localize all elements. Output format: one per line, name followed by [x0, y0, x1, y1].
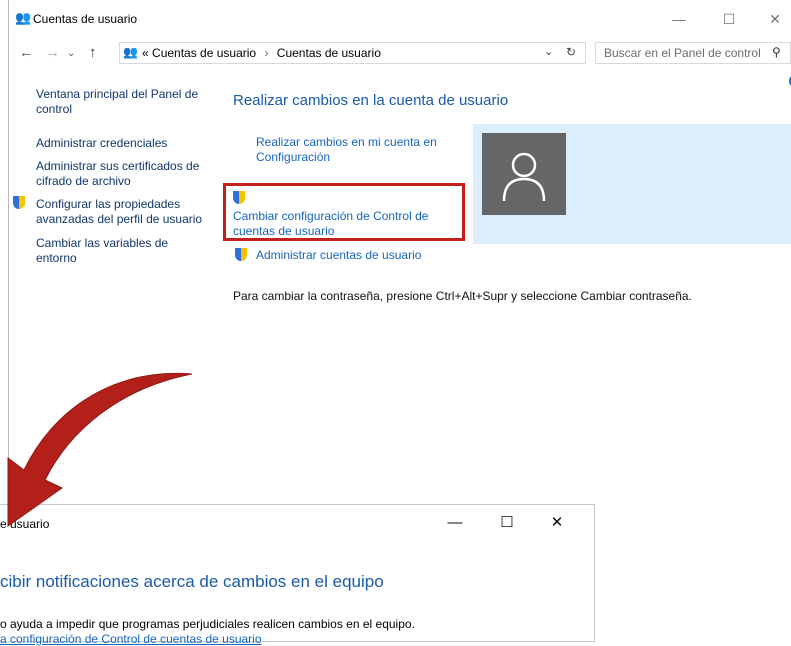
breadcrumb-item[interactable]: Cuentas de usuario — [152, 46, 256, 60]
sidebar-item-control-panel-home[interactable]: Ventana principal del Panel de control — [36, 87, 216, 117]
maximize-button[interactable]: ☐ — [490, 513, 524, 533]
close-button[interactable]: ✕ — [540, 513, 574, 533]
sidebar-item-profile-properties[interactable]: Configurar las propiedades avanzadas del… — [36, 197, 216, 227]
recent-dropdown-icon[interactable]: ⌄ — [67, 48, 75, 59]
breadcrumb-separator: › — [264, 46, 269, 60]
forward-arrow-icon[interactable]: → — [45, 44, 60, 61]
back-arrow-icon[interactable]: ← — [19, 44, 34, 61]
search-icon[interactable]: ⚲ — [772, 45, 781, 59]
shield-icon — [13, 196, 25, 209]
page-title: Realizar cambios en la cuenta de usuario — [233, 92, 509, 109]
uac-link[interactable]: a configuración de Control de cuentas de… — [0, 632, 262, 646]
chevron-down-icon[interactable]: ⌄ — [544, 45, 553, 58]
title-bar: 👥 Cuentas de usuario — ☐ ✕ — [9, 0, 791, 38]
refresh-icon[interactable]: ↻ — [566, 45, 576, 59]
breadcrumb-overflow: « — [142, 46, 149, 60]
window-title: Cuentas de usuario — [33, 12, 138, 26]
users-icon: 👥 — [123, 45, 138, 59]
minimize-button[interactable]: — — [438, 513, 472, 533]
uac-heading: cibir notificaciones acerca de cambios e… — [0, 572, 384, 591]
address-bar[interactable]: 👥 « Cuentas de usuario › Cuentas de usua… — [119, 42, 586, 64]
manage-accounts-link[interactable]: Administrar cuentas de usuario — [256, 248, 421, 263]
up-arrow-icon[interactable]: ↑ — [89, 44, 97, 61]
sidebar-item-credentials[interactable]: Administrar credenciales — [36, 136, 216, 151]
sidebar-item-environment-variables[interactable]: Cambiar las variables de entorno — [36, 236, 186, 266]
breadcrumb: « Cuentas de usuario › Cuentas de usuari… — [142, 46, 381, 60]
uac-settings-link[interactable]: Cambiar configuración de Control de cuen… — [233, 209, 448, 239]
sidebar-item-certificates[interactable]: Administrar sus certificados de cifrado … — [36, 159, 211, 189]
search-placeholder: Buscar en el Panel de control — [604, 46, 761, 60]
maximize-button[interactable]: ☐ — [711, 6, 747, 32]
avatar — [482, 133, 566, 215]
breadcrumb-item[interactable]: Cuentas de usuario — [277, 46, 381, 60]
search-input[interactable]: Buscar en el Panel de control ⚲ — [595, 42, 791, 64]
user-silhouette-icon — [502, 152, 546, 202]
curved-arrow-icon — [7, 372, 193, 527]
close-button[interactable]: ✕ — [757, 6, 791, 32]
users-icon: 👥 — [15, 10, 32, 25]
settings-link[interactable]: Realizar cambios en mi cuenta en Configu… — [256, 135, 466, 165]
shield-icon — [235, 248, 247, 261]
password-note: Para cambiar la contraseña, presione Ctr… — [233, 289, 692, 303]
uac-description: o ayuda a impedir que programas perjudic… — [0, 617, 415, 631]
shield-icon — [233, 191, 245, 204]
minimize-button[interactable]: — — [661, 6, 697, 32]
